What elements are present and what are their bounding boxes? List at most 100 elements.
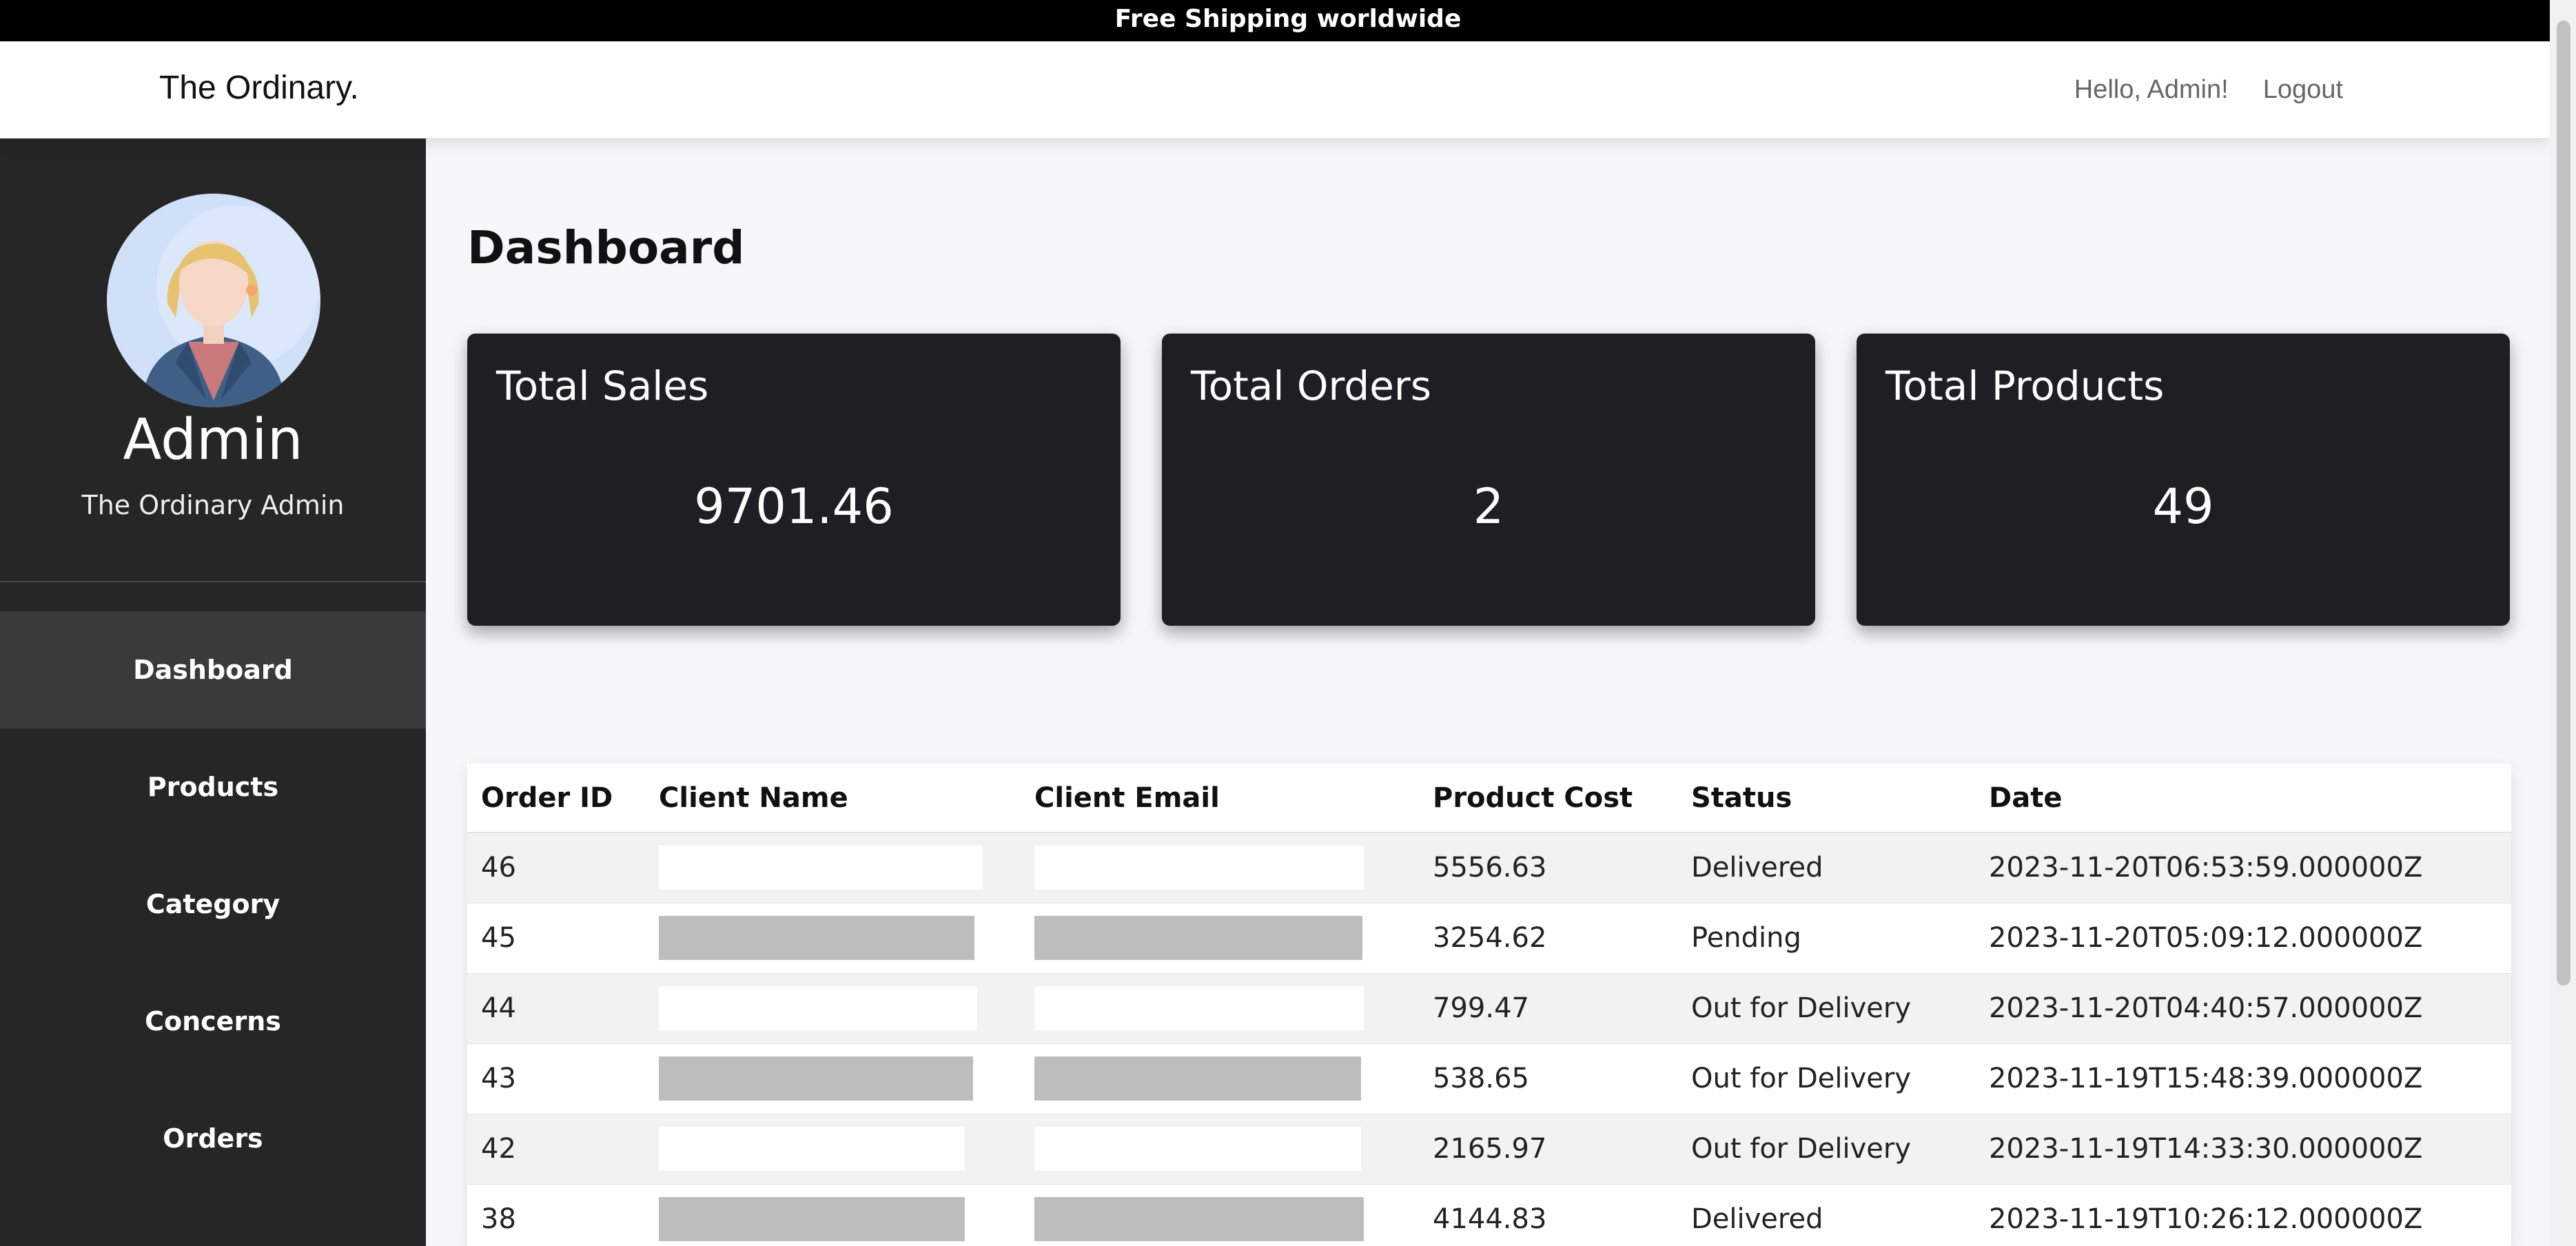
sidebar-item-label: Category <box>145 889 280 919</box>
product-cost-cell: 538.65 <box>1419 1043 1677 1114</box>
order-id-cell: 42 <box>467 1114 645 1185</box>
sidebar-item-label: Products <box>147 772 279 802</box>
date-cell: 2023-11-19T14:33:30.000000Z <box>1975 1114 2511 1185</box>
scrollbar-thumb[interactable] <box>2557 21 2570 985</box>
client-email-cell <box>1021 833 1419 903</box>
main-content: Dashboard Total Sales 9701.46 Total Orde… <box>426 139 2550 1246</box>
date-cell: 2023-11-20T06:53:59.000000Z <box>1975 833 2511 903</box>
status-cell: Delivered <box>1677 833 1975 903</box>
total-products-card: Total Products 49 <box>1857 334 2510 626</box>
redacted-block <box>659 916 974 960</box>
sidebar-item-label: Concerns <box>145 1006 281 1036</box>
redacted-block <box>1034 1056 1361 1101</box>
navbar: The Ordinary. Hello, Admin! Logout <box>0 41 2550 139</box>
redacted-block <box>1034 1197 1364 1241</box>
product-cost-cell: 5556.63 <box>1419 833 1677 903</box>
total-sales-card: Total Sales 9701.46 <box>467 334 1121 626</box>
card-value: 49 <box>2152 478 2214 535</box>
order-id-cell: 44 <box>467 973 645 1044</box>
redacted-block <box>1034 846 1364 890</box>
date-cell: 2023-11-20T04:40:57.000000Z <box>1975 973 2511 1044</box>
redacted-block <box>659 1056 973 1101</box>
sidebar-item-dashboard[interactable]: Dashboard <box>0 611 426 728</box>
table-row: 46 5556.63 Delivered 2023-11-20T06:53:59… <box>467 833 2511 903</box>
sidebar: Admin The Ordinary Admin Dashboard Produ… <box>0 139 426 1246</box>
table-row: 44 799.47 Out for Delivery 2023-11-20T04… <box>467 973 2511 1044</box>
redacted-block <box>1034 986 1364 1030</box>
redacted-block <box>659 1197 965 1241</box>
client-email-cell <box>1021 1114 1419 1185</box>
card-label: Total Orders <box>1191 362 1431 409</box>
orders-table-container: Order ID Client Name Client Email Produc… <box>467 764 2511 1246</box>
sidebar-menu: Dashboard Products Category Concerns Ord… <box>0 611 426 1197</box>
status-cell: Out for Delivery <box>1677 973 1975 1044</box>
card-label: Total Products <box>1885 362 2165 409</box>
client-name-cell <box>645 903 1021 974</box>
sidebar-item-concerns[interactable]: Concerns <box>0 963 426 1080</box>
table-row: 38 4144.83 Delivered 2023-11-19T10:26:12… <box>467 1184 2511 1246</box>
sidebar-item-label: Orders <box>163 1123 263 1154</box>
column-header: Status <box>1677 764 1975 833</box>
sidebar-item-label: Dashboard <box>133 655 293 685</box>
client-name-cell <box>645 973 1021 1044</box>
page-title: Dashboard <box>467 221 745 274</box>
table-row: 43 538.65 Out for Delivery 2023-11-19T15… <box>467 1043 2511 1114</box>
column-header: Client Email <box>1021 764 1419 833</box>
client-email-cell <box>1021 1184 1419 1246</box>
date-cell: 2023-11-19T15:48:39.000000Z <box>1975 1043 2511 1114</box>
status-cell: Pending <box>1677 903 1975 974</box>
status-cell: Out for Delivery <box>1677 1043 1975 1114</box>
avatar-illustration <box>107 194 320 407</box>
product-cost-cell: 2165.97 <box>1419 1114 1677 1185</box>
column-header: Date <box>1975 764 2511 833</box>
nav-right: Hello, Admin! Logout <box>2048 74 2343 105</box>
client-name-cell <box>645 833 1021 903</box>
date-cell: 2023-11-20T05:09:12.000000Z <box>1975 903 2511 974</box>
redacted-block <box>1034 916 1362 960</box>
order-id-cell: 43 <box>467 1043 645 1114</box>
client-name-cell <box>645 1114 1021 1185</box>
card-value: 2 <box>1473 478 1504 535</box>
product-cost-cell: 4144.83 <box>1419 1184 1677 1246</box>
status-cell: Delivered <box>1677 1184 1975 1246</box>
card-label: Total Sales <box>496 362 709 409</box>
client-email-cell <box>1021 903 1419 974</box>
sidebar-item-category[interactable]: Category <box>0 846 426 963</box>
sidebar-item-products[interactable]: Products <box>0 728 426 846</box>
client-email-cell <box>1021 1043 1419 1114</box>
client-email-cell <box>1021 973 1419 1044</box>
redacted-block <box>659 1127 965 1171</box>
admin-name: Admin <box>123 407 303 473</box>
total-orders-card: Total Orders 2 <box>1162 334 1815 626</box>
table-header-row: Order ID Client Name Client Email Produc… <box>467 764 2511 833</box>
column-header: Product Cost <box>1419 764 1677 833</box>
redacted-block <box>659 986 977 1030</box>
column-header: Client Name <box>645 764 1021 833</box>
brand-logo[interactable]: The Ordinary. <box>159 69 359 107</box>
status-cell: Out for Delivery <box>1677 1114 1975 1185</box>
order-id-cell: 45 <box>467 903 645 974</box>
client-name-cell <box>645 1043 1021 1114</box>
redacted-block <box>1034 1127 1361 1171</box>
date-cell: 2023-11-19T10:26:12.000000Z <box>1975 1184 2511 1246</box>
logout-link[interactable]: Logout <box>2263 75 2343 104</box>
table-row: 42 2165.97 Out for Delivery 2023-11-19T1… <box>467 1114 2511 1185</box>
redacted-block <box>659 846 983 890</box>
sidebar-item-orders[interactable]: Orders <box>0 1080 426 1197</box>
avatar <box>107 194 320 407</box>
announcement-text: Free Shipping worldwide <box>1114 5 1462 33</box>
admin-subtitle: The Ordinary Admin <box>81 490 345 520</box>
order-id-cell: 46 <box>467 833 645 903</box>
product-cost-cell: 799.47 <box>1419 973 1677 1044</box>
client-name-cell <box>645 1184 1021 1246</box>
order-id-cell: 38 <box>467 1184 645 1246</box>
sidebar-divider <box>0 581 426 582</box>
column-header: Order ID <box>467 764 645 833</box>
product-cost-cell: 3254.62 <box>1419 903 1677 974</box>
table-row: 45 3254.62 Pending 2023-11-20T05:09:12.0… <box>467 903 2511 974</box>
page-scrollbar[interactable] <box>2550 0 2576 1246</box>
orders-table: Order ID Client Name Client Email Produc… <box>467 764 2511 1246</box>
greeting-link[interactable]: Hello, Admin! <box>2074 75 2229 104</box>
announcement-bar: Free Shipping worldwide <box>0 0 2576 41</box>
card-value: 9701.46 <box>694 478 894 535</box>
